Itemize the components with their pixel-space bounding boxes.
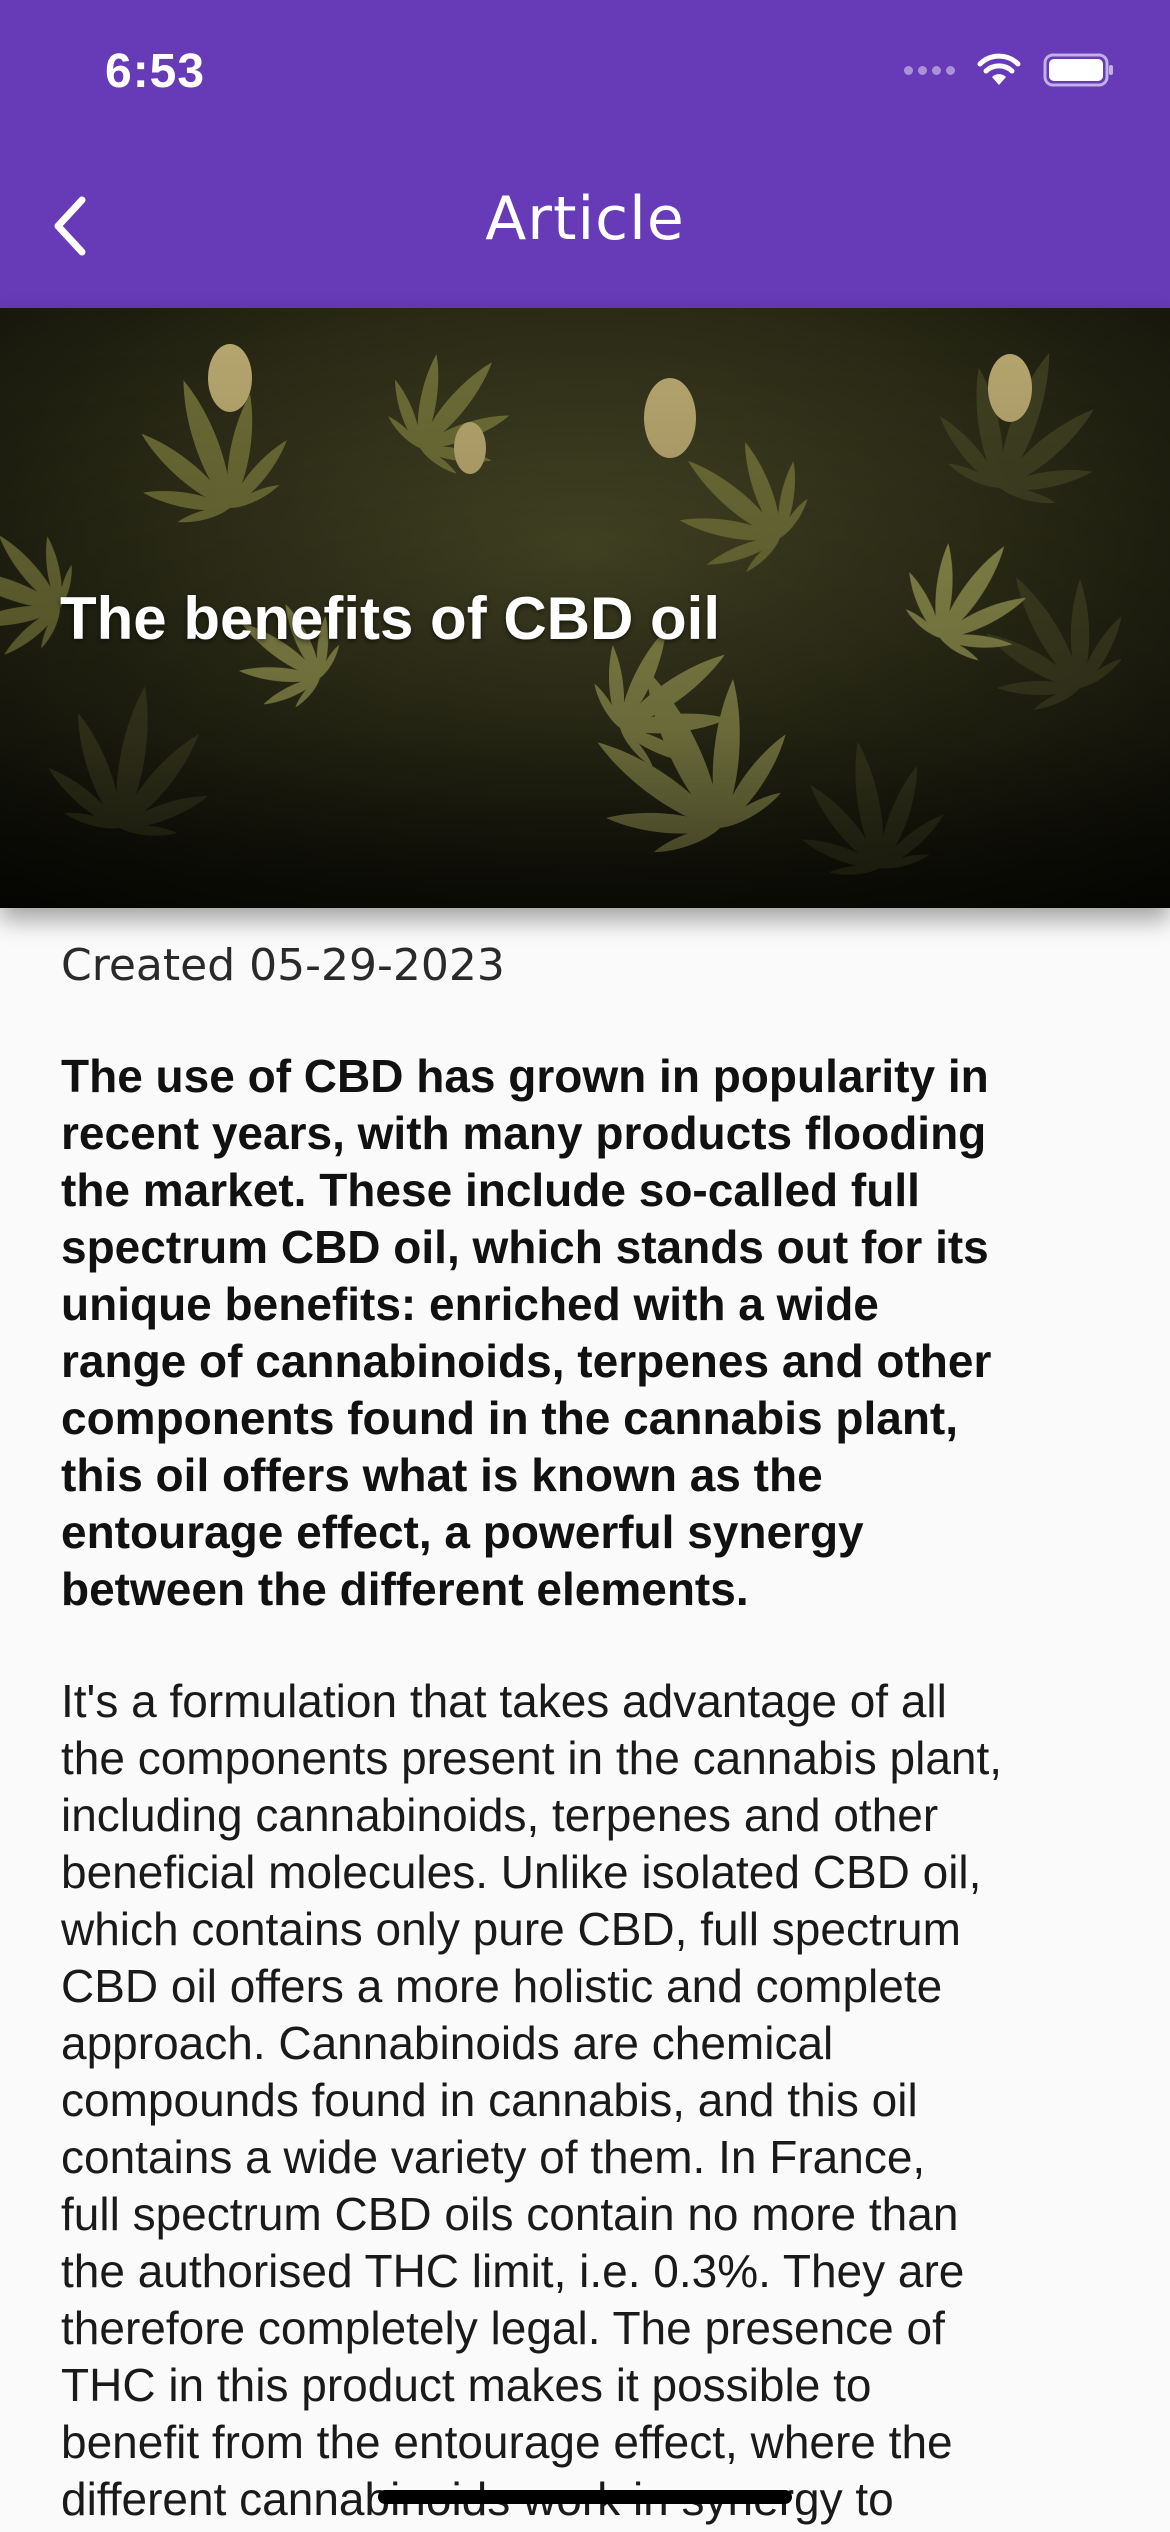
status-icons [904,52,1115,88]
article-title: The benefits of CBD oil [60,585,720,652]
battery-icon [1043,53,1113,87]
status-bar: 6:53 [0,0,1170,150]
page-title: Article [485,184,685,254]
article-hero-image: The benefits of CBD oil [0,308,1170,908]
cellular-signal-icon [904,65,955,75]
article-body-paragraph: It's a formulation that takes advantage … [61,1675,1003,2525]
app-bar: Article [0,150,1170,308]
status-time: 6:53 [105,45,206,98]
created-date: Created 05-29-2023 [61,940,505,991]
article-lead-paragraph: The use of CBD has grown in popularity i… [61,1050,992,1615]
home-indicator[interactable] [378,2490,792,2504]
article-content: Created 05-29-2023 The use of CBD has gr… [61,938,1121,2528]
wifi-icon [977,53,1021,85]
